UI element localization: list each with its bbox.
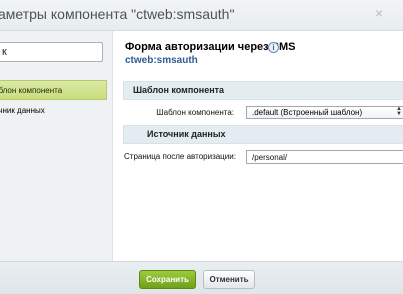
section-title: Шаблон компонента <box>133 85 225 95</box>
close-icon[interactable]: × <box>375 6 383 20</box>
select-arrows-icon: ▲ ▼ <box>396 106 402 117</box>
info-icon[interactable]: i <box>268 42 279 53</box>
sidebar-item-template[interactable]: аблон компонента <box>0 80 107 100</box>
sidebar-item-label: аблон компонента <box>0 86 63 95</box>
main-content: Форма авторизации через SMS i ctweb:smsa… <box>114 31 403 261</box>
dialog-titlebar[interactable]: аметры компонента "ctweb:smsauth" × <box>0 0 403 31</box>
template-select[interactable]: .default (Встроенный шаблон) ▲ ▼ <box>246 106 403 119</box>
template-select-value: .default (Встроенный шаблон) <box>252 108 363 117</box>
section-header-data-source: Источник данных <box>123 125 403 144</box>
cancel-button[interactable]: Отменить <box>203 270 255 289</box>
template-label: Шаблон компонента: <box>156 108 234 117</box>
search-input[interactable] <box>0 42 103 62</box>
section-header-template: Шаблон компонента <box>123 81 403 100</box>
redirect-label: Страница после авторизации: <box>124 152 236 161</box>
dialog-title: аметры компонента "ctweb:smsauth" <box>0 6 235 22</box>
dialog-footer: Сохранить Отменить <box>0 261 403 294</box>
component-code: ctweb:smsauth <box>125 55 198 66</box>
redirect-url-input[interactable] <box>246 150 403 164</box>
sidebar-item-data-source[interactable]: очник данных <box>0 101 107 121</box>
sidebar: аблон компонента очник данных <box>0 31 113 261</box>
section-title: Источник данных <box>147 129 226 139</box>
save-button[interactable]: Сохранить <box>139 270 196 289</box>
sidebar-item-label: очник данных <box>0 106 45 115</box>
